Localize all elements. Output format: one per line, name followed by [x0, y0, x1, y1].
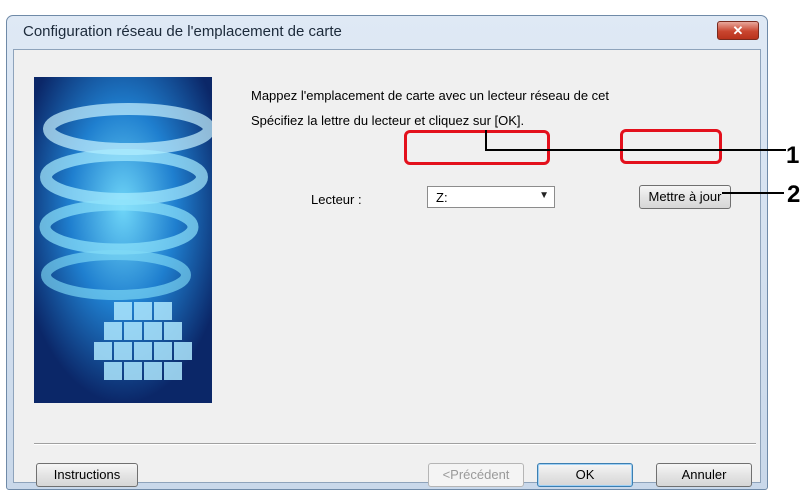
callout-lines [485, 130, 786, 194]
callout-number-1: 1 [786, 142, 800, 169]
callout-number-2: 2 [787, 181, 801, 208]
